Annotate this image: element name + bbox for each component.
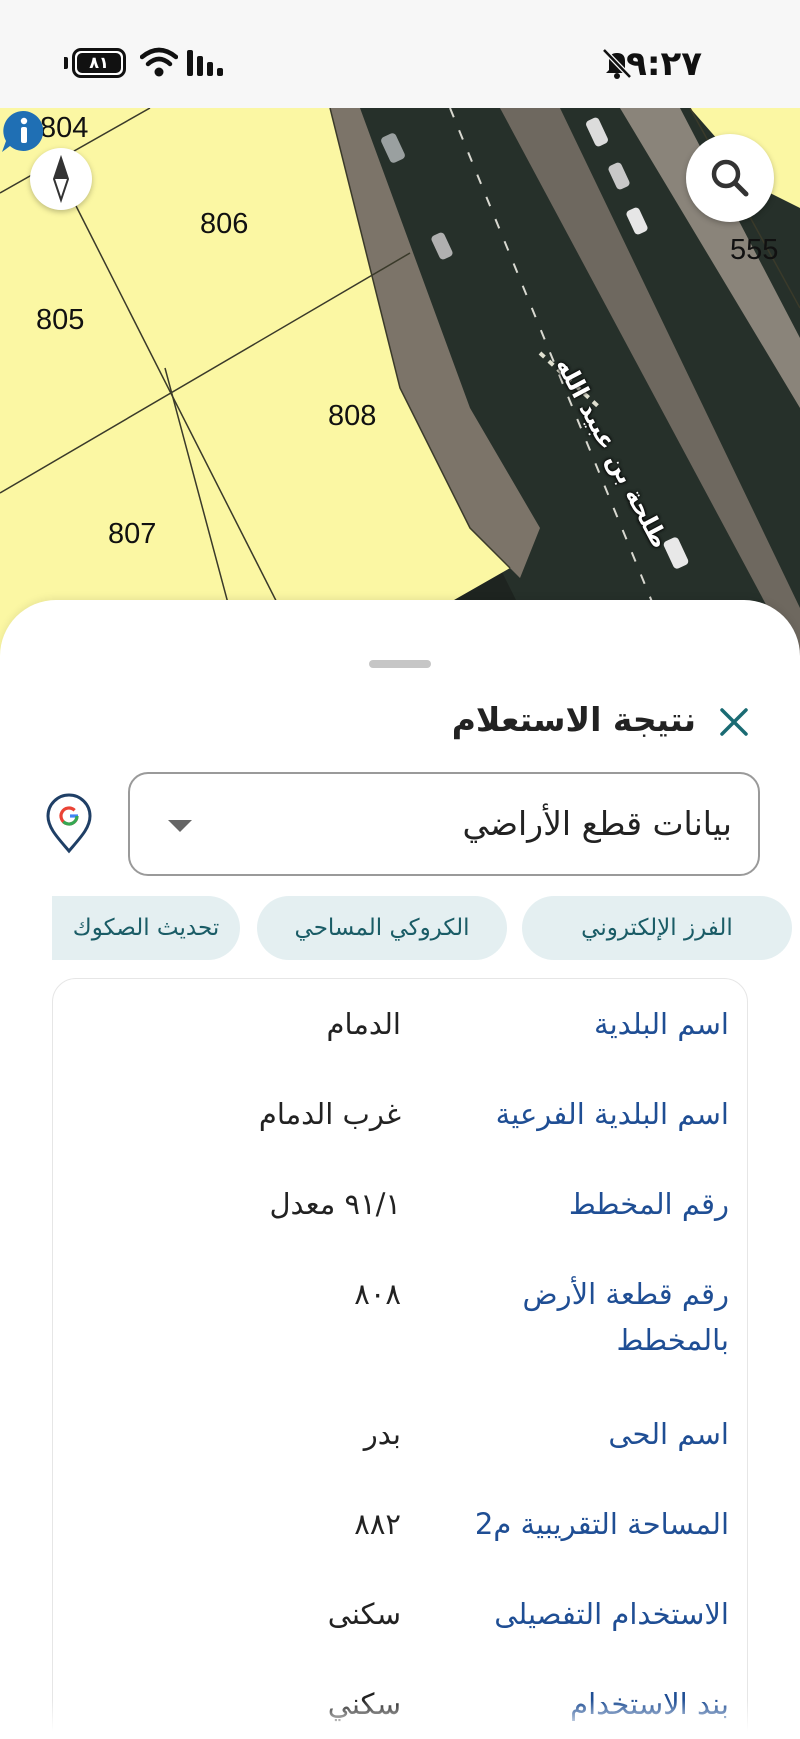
parcel-label: 555 — [730, 234, 779, 266]
battery-level: ٨١ — [77, 53, 121, 73]
bottom-sheet: نتيجة الاستعلام بيانات قطع الأراضي الفرز… — [0, 600, 800, 1739]
battery-icon: ٨١ — [72, 48, 126, 78]
info-label: اسم البلدية الفرعية — [495, 1097, 729, 1131]
info-label: اسم البلدية — [594, 1007, 729, 1041]
action-chips: الفرز الإلكتروني الكروكي المساحي تحديث ا… — [52, 896, 792, 960]
search-icon — [711, 159, 749, 197]
info-label: المساحة التقريبية م2 — [474, 1507, 729, 1541]
info-value: غرب الدمام — [258, 1097, 401, 1131]
parcel-label: 804 — [40, 112, 89, 144]
info-card: اسم البلدية الدمام اسم البلدية الفرعية غ… — [52, 978, 748, 1739]
clock: ٩:٢٧ — [626, 44, 702, 84]
info-label: رقم قطعة الأرض بالمخطط — [522, 1277, 729, 1357]
info-label: اسم الحى — [608, 1417, 729, 1451]
info-value: الدمام — [326, 1007, 401, 1041]
sheet-title: نتيجة الاستعلام — [451, 700, 696, 739]
parcel-label: 808 — [328, 400, 377, 432]
layer-select[interactable]: بيانات قطع الأراضي — [128, 772, 760, 876]
info-value: بدر — [363, 1417, 401, 1451]
compass-button[interactable] — [30, 148, 92, 210]
info-label: رقم المخطط — [568, 1187, 729, 1221]
wifi-icon — [140, 47, 178, 77]
parcel-label: 805 — [36, 304, 85, 336]
chevron-down-icon — [168, 820, 192, 832]
info-value: ٨٠٨ — [354, 1277, 401, 1311]
signal-icon — [187, 50, 223, 76]
google-maps-pin-icon[interactable] — [44, 792, 94, 854]
info-label: الاستخدام التفصيلى — [494, 1597, 729, 1631]
drag-handle[interactable] — [369, 660, 431, 668]
parcel-label: 807 — [108, 518, 157, 550]
search-button[interactable] — [686, 134, 774, 222]
scroll-fade — [0, 1700, 800, 1739]
parcel-label: 806 — [200, 208, 249, 240]
info-value: ٨٨٢ — [354, 1507, 401, 1541]
layer-select-value: بيانات قطع الأراضي — [462, 804, 732, 843]
battery-nub — [64, 57, 68, 69]
status-bar: ٨١ ٩:٢٧ — [0, 0, 800, 108]
info-value: ٩١/١ معدل — [269, 1187, 401, 1221]
info-value: سكنى — [327, 1597, 401, 1631]
close-icon[interactable] — [716, 704, 752, 740]
compass-icon — [52, 154, 70, 204]
chip-update-deeds[interactable]: تحديث الصكوك — [52, 896, 240, 960]
chip-survey-sketch[interactable]: الكروكي المساحي — [257, 896, 507, 960]
chip-electronic-sorting[interactable]: الفرز الإلكتروني — [522, 896, 792, 960]
